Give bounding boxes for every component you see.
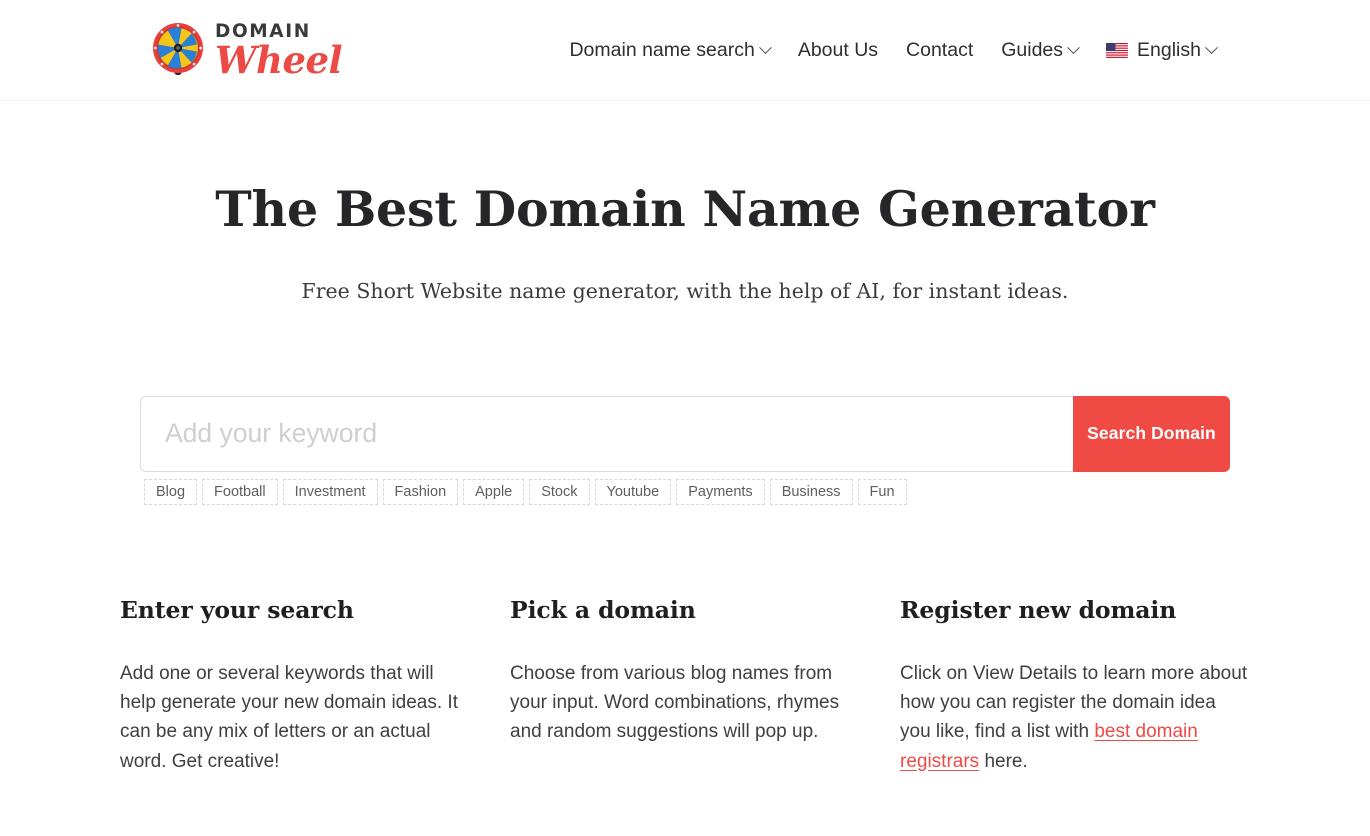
keyword-chip-football[interactable]: Football (202, 478, 278, 505)
keyword-chip-business[interactable]: Business (769, 478, 853, 505)
keyword-chip-payments[interactable]: Payments (676, 478, 765, 505)
keyword-chip-blog[interactable]: Blog (144, 478, 198, 505)
keyword-chip-investment[interactable]: Investment (282, 478, 378, 505)
nav-label-domain-name-search: Domain name search (569, 38, 755, 61)
hero-subtitle: Free Short Website name generator, with … (301, 278, 1069, 303)
nav-label-english: English (1137, 38, 1201, 61)
feature-title-enter-your-search: Enter your search (120, 595, 354, 624)
main-content: The Best Domain Name Generator Free Shor… (0, 101, 1370, 776)
nav-label-guides: Guides (1001, 38, 1064, 61)
brand-wordmark-bottom: Wheel (215, 38, 343, 83)
feature-columns: Enter your search Add one or several key… (120, 505, 1250, 776)
feature-body-text-after-link: here. (979, 750, 1028, 772)
domain-search-section: Search Domain Blog Football Investment F… (140, 303, 1230, 505)
search-input[interactable] (163, 417, 1051, 451)
nav-item-language-switcher[interactable]: English (1092, 33, 1230, 68)
nav-item-contact[interactable]: Contact (892, 33, 987, 68)
feature-body-enter-your-search: Add one or several keywords that will he… (120, 662, 458, 772)
us-flag-icon (1106, 42, 1129, 58)
chevron-down-icon[interactable] (758, 40, 772, 54)
nav-item-guides[interactable]: Guides (987, 33, 1092, 68)
feature-title-register-new-domain: Register new domain (900, 595, 1177, 624)
feature-title-pick-a-domain: Pick a domain (510, 595, 696, 624)
keyword-chip-fun[interactable]: Fun (857, 478, 907, 505)
feature-body-pick-a-domain: Choose from various blog names from your… (510, 662, 840, 743)
site-header: DOMAIN Wheel Domain name search About Us… (0, 0, 1370, 101)
chevron-down-icon[interactable] (1067, 40, 1080, 54)
keyword-chip-youtube[interactable]: Youtube (594, 478, 672, 505)
keyword-chip-apple[interactable]: Apple (463, 478, 525, 505)
feature-pick-a-domain: Pick a domain Choose from various blog n… (510, 596, 860, 776)
brand-logo[interactable]: DOMAIN Wheel (150, 21, 343, 83)
search-input-wrapper[interactable] (140, 395, 1073, 472)
feature-enter-your-search: Enter your search Add one or several key… (120, 596, 470, 776)
main-navigation: Domain name search About Us Contact Guid… (555, 33, 1230, 68)
keyword-chip-stock[interactable]: Stock (529, 478, 590, 505)
nav-item-domain-name-search[interactable]: Domain name search (555, 33, 783, 68)
nav-label-contact: Contact (906, 38, 974, 61)
prize-wheel-icon (150, 22, 206, 78)
page-title: The Best Domain Name Generator (215, 180, 1155, 238)
feature-body-register-new-domain: Click on View Details to learn more abou… (900, 624, 1250, 776)
nav-label-about-us: About Us (797, 38, 879, 61)
nav-item-about-us[interactable]: About Us (784, 33, 892, 68)
brand-wordmark: DOMAIN Wheel (215, 21, 343, 83)
hero-section: The Best Domain Name Generator Free Shor… (0, 101, 1370, 303)
keyword-chip-fashion[interactable]: Fashion (382, 478, 459, 505)
keyword-suggestion-list: Blog Football Investment Fashion Apple S… (144, 472, 1230, 505)
search-domain-button[interactable]: Search Domain (1073, 395, 1230, 472)
chevron-down-icon[interactable] (1205, 40, 1218, 54)
feature-register-new-domain: Register new domain Click on View Detail… (900, 596, 1250, 776)
search-bar: Search Domain (140, 395, 1230, 472)
